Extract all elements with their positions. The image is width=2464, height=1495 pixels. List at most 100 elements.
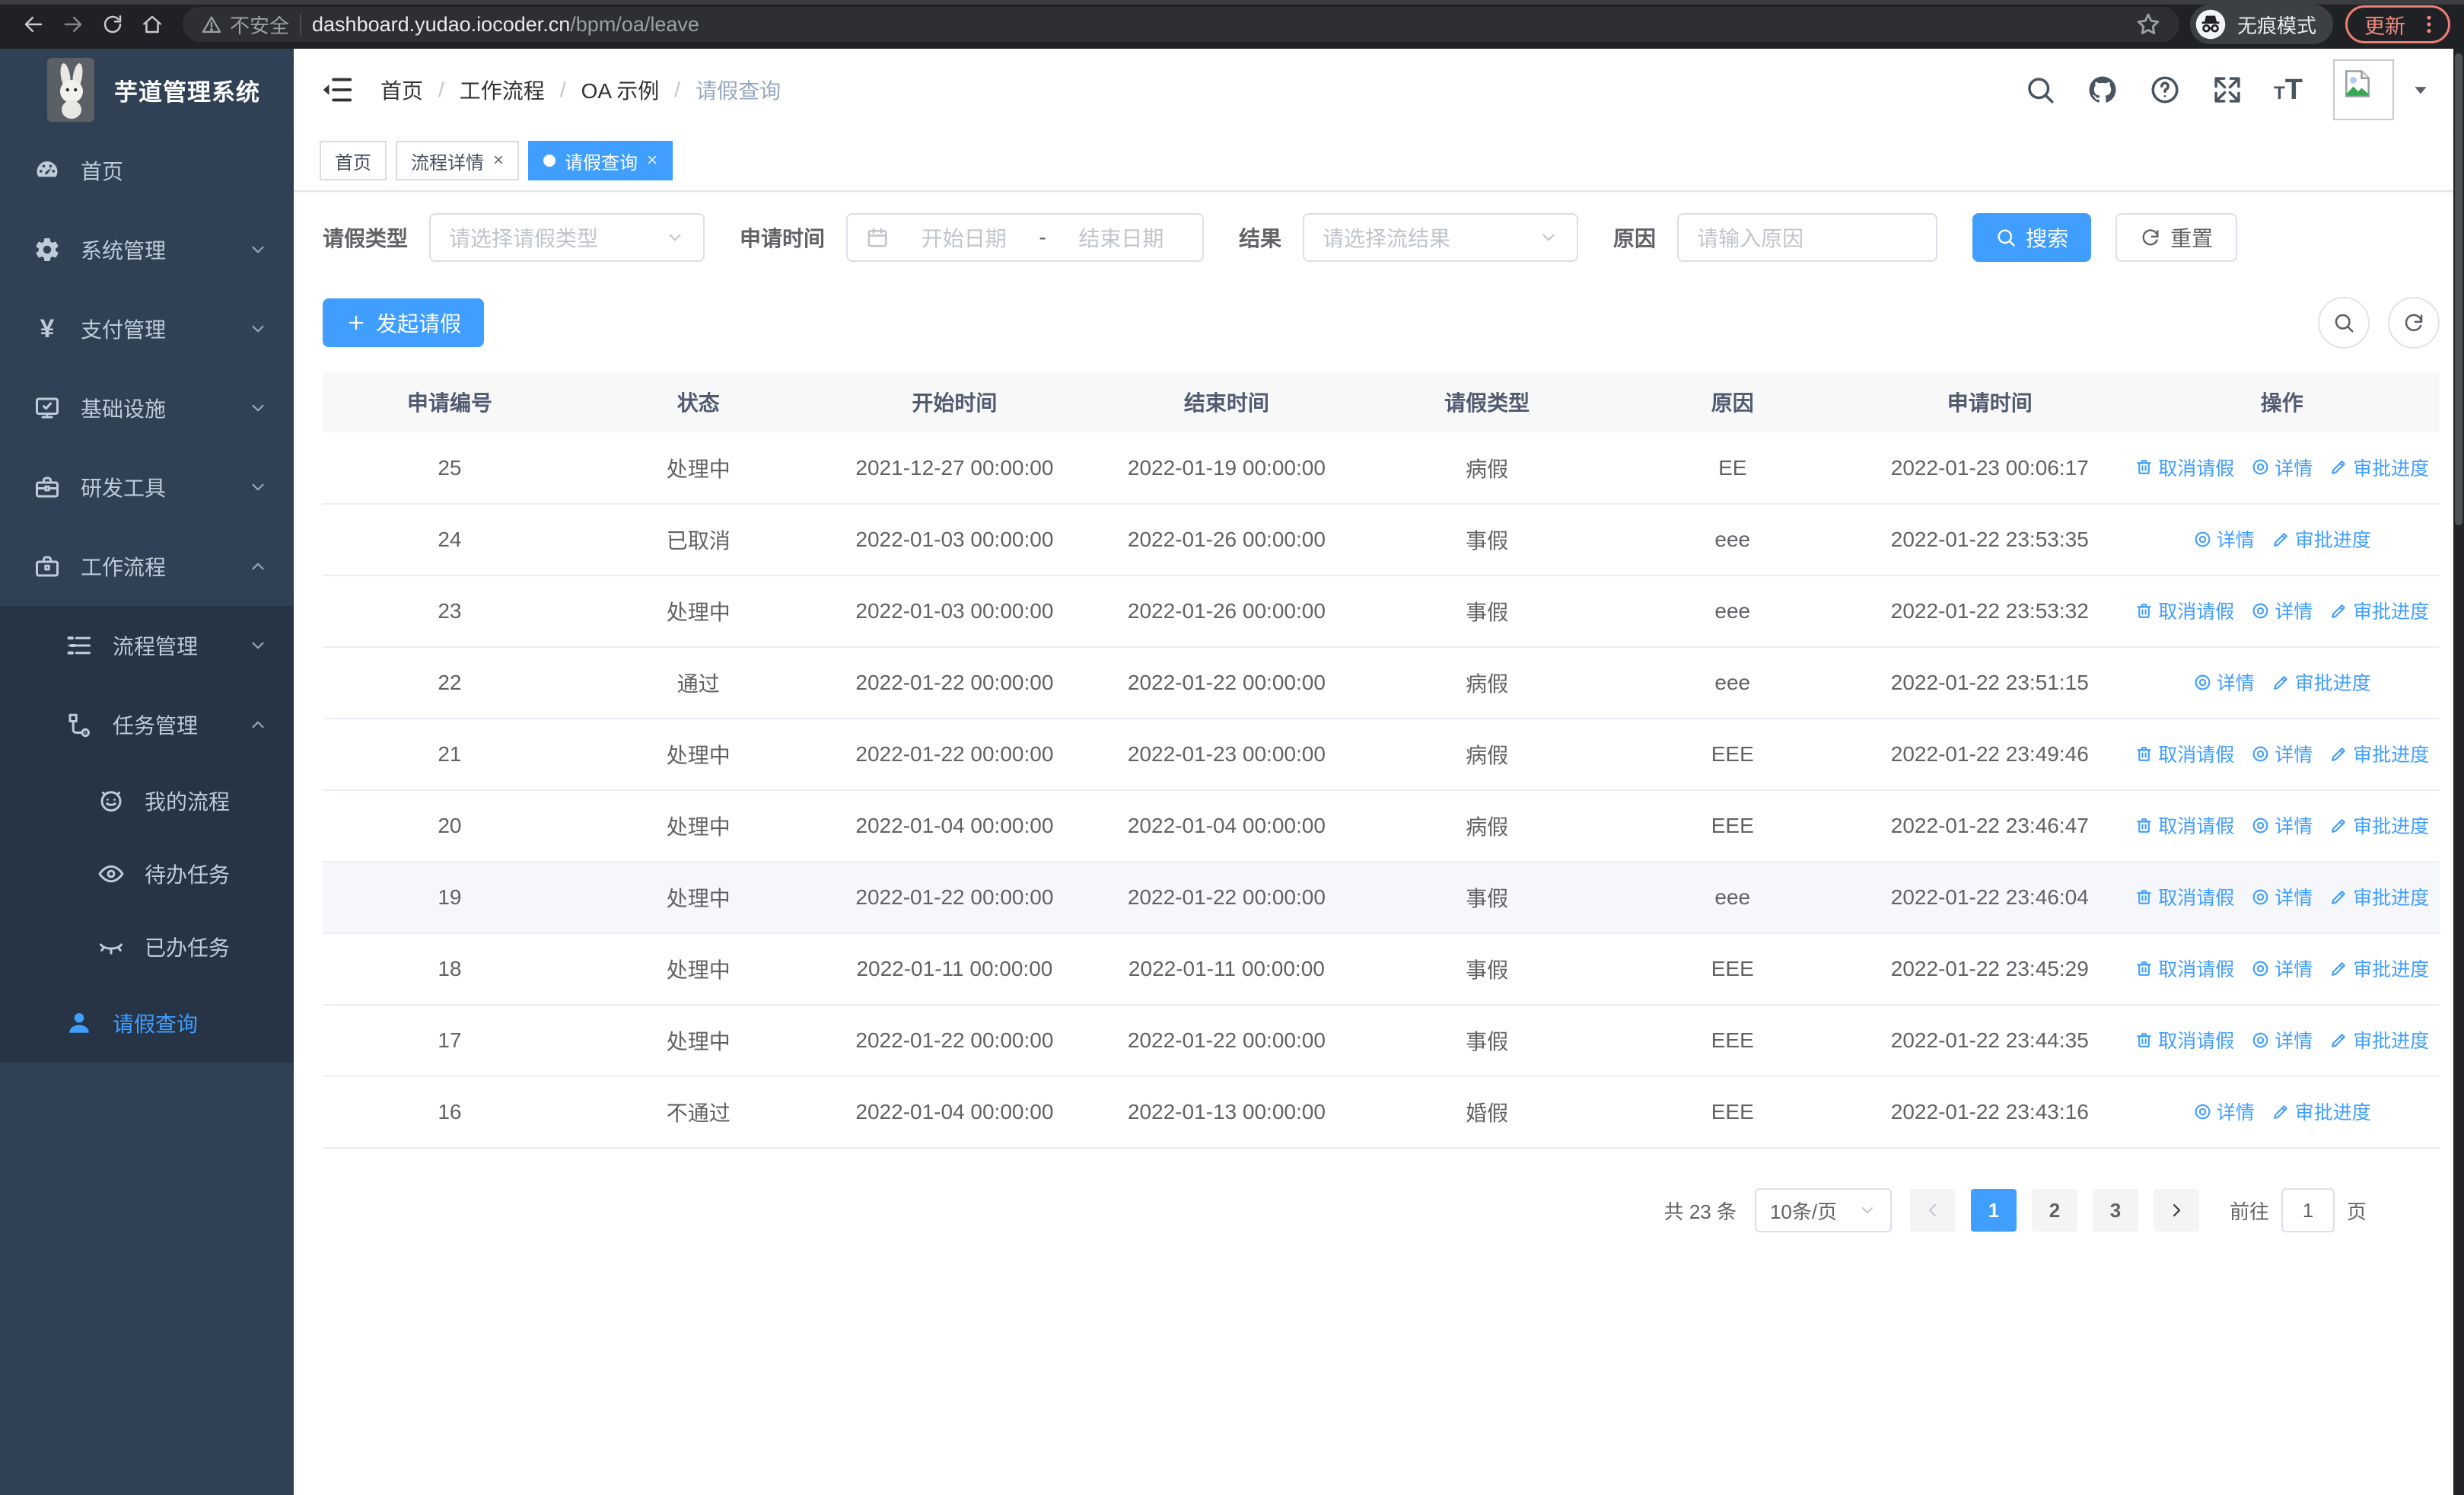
pager: 123 (1902, 1189, 2207, 1232)
home-button[interactable] (132, 5, 172, 44)
pen-icon (2329, 457, 2348, 477)
page-button-3[interactable]: 3 (2092, 1189, 2138, 1232)
sidebar-item-infra[interactable]: 基础设施 (0, 368, 294, 448)
tag-tab-流程详情[interactable]: 流程详情 × (396, 141, 520, 180)
help-icon[interactable] (2149, 74, 2181, 106)
detail-link[interactable]: 详情 (2251, 811, 2313, 839)
approval-progress-link[interactable]: 审批进度 (2329, 597, 2429, 624)
search-icon[interactable] (2024, 74, 2056, 106)
show-search-toggle-button[interactable] (2318, 297, 2370, 349)
github-icon[interactable] (2087, 74, 2119, 106)
cancel-leave-link[interactable]: 取消请假 (2135, 1026, 2234, 1054)
sidebar-item-payment[interactable]: ¥ 支付管理 (0, 289, 294, 368)
bookmark-star-icon[interactable] (2135, 11, 2161, 37)
result-select[interactable]: 请选择流结果 (1303, 213, 1579, 262)
app-logo[interactable]: 芋道管理系统 (0, 49, 294, 131)
detail-link[interactable]: 详情 (2251, 597, 2313, 624)
breadcrumb-item[interactable]: OA 示例 (581, 75, 660, 105)
approval-progress-link[interactable]: 审批进度 (2329, 955, 2429, 982)
sidebar-collapse-icon[interactable] (320, 72, 355, 107)
back-icon (22, 13, 45, 36)
tag-tab-请假查询[interactable]: 请假查询 × (528, 141, 673, 180)
sidebar-item-devtools[interactable]: 研发工具 (0, 448, 294, 527)
refresh-table-button[interactable] (2388, 297, 2440, 349)
sidebar-item-leave-query[interactable]: 请假查询 (0, 983, 294, 1063)
page-jumper: 前往 1 页 (2230, 1188, 2367, 1232)
approval-progress-link[interactable]: 审批进度 (2329, 740, 2429, 767)
cancel-leave-link[interactable]: 取消请假 (2135, 454, 2234, 481)
cancel-leave-link[interactable]: 取消请假 (2135, 597, 2234, 624)
cell-end-time: 2022-01-04 00:00:00 (1089, 790, 1364, 862)
sidebar-item-task-mgmt[interactable]: 任务管理 (0, 685, 294, 764)
sidebar-item-system[interactable]: 系统管理 (0, 210, 294, 289)
avatar[interactable] (2333, 59, 2394, 120)
breadcrumb: 首页 / 工作流程 / OA 示例 / 请假查询 (380, 75, 781, 105)
next-page-button[interactable] (2153, 1189, 2199, 1232)
forward-button[interactable] (53, 5, 93, 44)
window-frame (0, 0, 2464, 5)
detail-link[interactable]: 详情 (2251, 740, 2313, 767)
table-toolbar: 发起请假 (323, 297, 2440, 349)
approval-progress-link[interactable]: 审批进度 (2329, 811, 2429, 839)
detail-link[interactable]: 详情 (2193, 525, 2255, 553)
approval-progress-link[interactable]: 审批进度 (2271, 525, 2371, 553)
sidebar-item-done-tasks[interactable]: 已办任务 (0, 910, 294, 983)
apply-time-range-picker[interactable]: 开始日期 - 结束日期 (846, 213, 1205, 262)
leave-type-select[interactable]: 请选择请假类型 (429, 213, 705, 262)
approval-progress-link[interactable]: 审批进度 (2271, 1098, 2371, 1125)
chevron-down-icon (1539, 228, 1558, 247)
fullscreen-icon[interactable] (2211, 74, 2243, 106)
goto-page-input[interactable]: 1 (2281, 1188, 2335, 1232)
close-tab-icon[interactable]: × (493, 151, 504, 170)
site-security[interactable]: 不安全 (201, 11, 289, 39)
search-icon (2332, 311, 2355, 334)
detail-link[interactable]: 详情 (2251, 883, 2313, 910)
approval-progress-link[interactable]: 审批进度 (2329, 454, 2429, 481)
cancel-leave-link[interactable]: 取消请假 (2135, 740, 2234, 767)
pen-icon (2329, 816, 2348, 835)
breadcrumb-item[interactable]: 工作流程 (460, 75, 545, 105)
close-tab-icon[interactable]: × (647, 151, 657, 170)
cancel-leave-link[interactable]: 取消请假 (2135, 955, 2234, 982)
sidebar-item-workflow[interactable]: 工作流程 (0, 527, 294, 606)
approval-progress-link[interactable]: 审批进度 (2271, 668, 2371, 696)
create-leave-button[interactable]: 发起请假 (323, 298, 485, 347)
reload-button[interactable] (93, 5, 132, 44)
sidebar-item-home[interactable]: 首页 (0, 131, 294, 210)
header-actions: TT (2024, 59, 2431, 120)
cancel-leave-link[interactable]: 取消请假 (2135, 811, 2234, 839)
detail-link[interactable]: 详情 (2193, 1098, 2255, 1125)
trash-icon (2135, 959, 2154, 978)
approval-progress-link[interactable]: 审批进度 (2329, 883, 2429, 910)
breadcrumb-item[interactable]: 首页 (380, 75, 423, 105)
font-size-icon[interactable]: TT (2274, 74, 2303, 107)
prev-page-button[interactable] (1909, 1189, 1956, 1232)
back-button[interactable] (14, 5, 53, 44)
menu-dots-icon[interactable] (2418, 13, 2440, 36)
page-size-select[interactable]: 10条/页 (1754, 1188, 1892, 1232)
page-scrollbar[interactable] (2453, 49, 2464, 1495)
search-button[interactable]: 搜索 (1972, 213, 2092, 262)
approval-progress-link[interactable]: 审批进度 (2329, 1026, 2429, 1054)
detail-link[interactable]: 详情 (2193, 668, 2255, 696)
detail-link[interactable]: 详情 (2251, 454, 2313, 481)
cell-start-time: 2022-01-04 00:00:00 (820, 790, 1090, 862)
detail-link[interactable]: 详情 (2251, 955, 2313, 982)
scrollbar-thumb[interactable] (2455, 53, 2462, 525)
reason-input[interactable]: 请输入原因 (1677, 213, 1938, 262)
cell-apply-id: 25 (323, 432, 577, 505)
tag-tab-首页[interactable]: 首页 (320, 141, 387, 180)
column-header: 申请时间 (1855, 371, 2125, 432)
browser-update-button[interactable]: 更新 (2345, 5, 2450, 43)
cancel-leave-link[interactable]: 取消请假 (2135, 883, 2234, 910)
sidebar-item-my-process[interactable]: 我的流程 (0, 764, 294, 837)
sidebar-item-process-mgmt[interactable]: 流程管理 (0, 606, 294, 685)
url-bar[interactable]: 不安全 dashboard.yudao.iocoder.cn/bpm/oa/le… (183, 7, 2179, 42)
sidebar-item-todo-tasks[interactable]: 待办任务 (0, 837, 294, 910)
reset-button[interactable]: 重置 (2115, 213, 2238, 262)
page-button-1[interactable]: 1 (1970, 1189, 2017, 1232)
user-menu-caret-icon[interactable] (2411, 80, 2431, 100)
page-button-2[interactable]: 2 (2031, 1189, 2077, 1232)
detail-link[interactable]: 详情 (2251, 1026, 2313, 1054)
incognito-icon (2195, 8, 2227, 40)
